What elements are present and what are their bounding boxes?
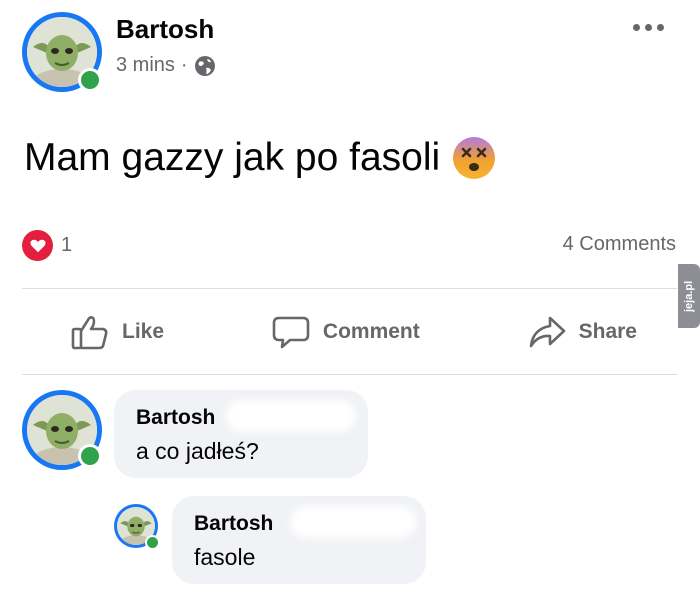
reaction-count: 1 (61, 234, 73, 256)
post-author-avatar[interactable] (22, 12, 102, 92)
dizzy-face-emoji (452, 136, 496, 180)
redacted-name-blur (290, 506, 416, 538)
post-author-name[interactable]: Bartosh (116, 14, 214, 45)
online-status-indicator (78, 444, 102, 468)
more-dots-icon (633, 24, 640, 31)
share-button[interactable]: Share (527, 312, 637, 352)
comment-icon (271, 312, 311, 352)
meta-separator: · (180, 54, 188, 76)
post-meta: 3 mins · (116, 54, 216, 77)
reply-author-name[interactable]: Bartosh (194, 512, 273, 536)
globe-icon (194, 55, 216, 77)
reply-bubble[interactable]: Bartosh fasole (172, 496, 426, 584)
post-text: Mam gazzy jak po fasoli (24, 136, 441, 179)
reply-text: fasole (194, 544, 256, 570)
redacted-name-blur (226, 400, 356, 432)
reactions-summary[interactable]: 1 (22, 230, 72, 261)
comment-text: a co jadłeś? (136, 438, 259, 464)
online-status-indicator (78, 68, 102, 92)
comments-count-link[interactable]: 4 Comments (563, 233, 676, 256)
reply-author-avatar[interactable] (114, 504, 160, 550)
post-action-bar: Like Comment Share (22, 290, 677, 374)
more-options-button[interactable] (633, 24, 664, 31)
like-label: Like (122, 320, 165, 343)
love-reaction-icon (22, 230, 53, 261)
like-button[interactable]: Like (70, 312, 164, 352)
comment-button[interactable]: Comment (271, 312, 420, 352)
divider-top (22, 288, 677, 289)
comment-author-avatar[interactable] (22, 390, 102, 470)
like-thumb-icon (70, 312, 110, 352)
site-watermark-logo: jeja.pl (678, 264, 700, 328)
post-body: Mam gazzy jak po fasoli (24, 136, 496, 180)
share-arrow-icon (527, 312, 567, 352)
comment-bubble[interactable]: Bartosh a co jadłeś? (114, 390, 368, 478)
comment-author-name[interactable]: Bartosh (136, 406, 215, 430)
share-label: Share (578, 320, 637, 343)
post-time[interactable]: 3 mins (116, 54, 175, 77)
divider-bottom (22, 374, 677, 375)
online-status-indicator (145, 535, 160, 550)
comment-label: Comment (322, 320, 420, 343)
